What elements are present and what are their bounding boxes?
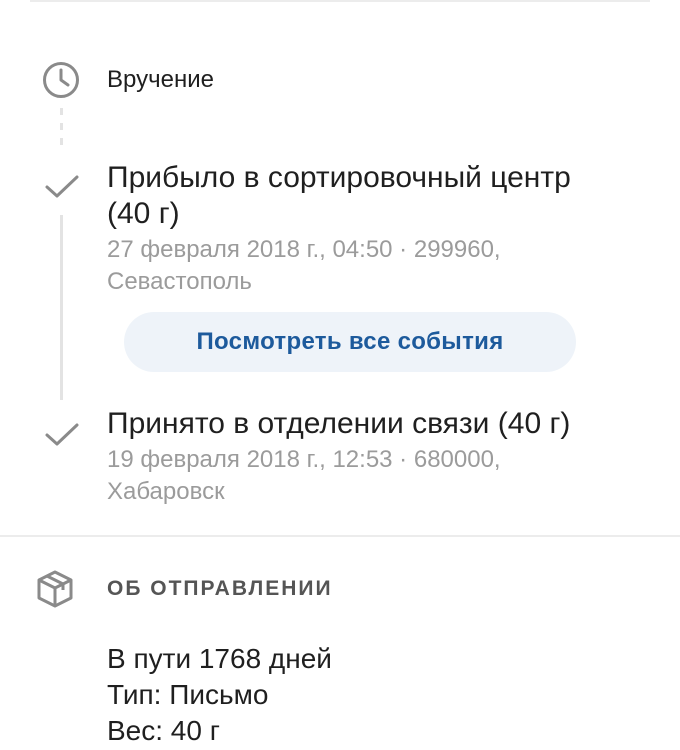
shipment-weight: Вес: 40 г — [107, 715, 220, 746]
event-title-line: Прибыло в сортировочный центр — [107, 161, 571, 194]
tracking-screen: Вручение Прибыло в сортировочный центр (… — [0, 0, 680, 750]
event-datetime-index: 19 февраля 2018 г., 12:53 · 680000, — [107, 446, 501, 473]
clock-icon — [43, 62, 79, 98]
view-all-events-button[interactable]: Посмотреть все события — [124, 312, 576, 372]
event-city: Хабаровск — [107, 478, 225, 505]
package-icon — [37, 570, 73, 608]
event-title: Принято в отделении связи (40 г) — [107, 407, 571, 440]
shipment-section-title: ОБ ОТПРАВЛЕНИИ — [107, 577, 333, 600]
event-title: Прибыло в сортировочный центр (40 г) — [107, 160, 630, 232]
top-divider — [30, 0, 650, 2]
event-meta: 19 февраля 2018 г., 12:53 · 680000, Хаба… — [107, 444, 600, 508]
delivery-step-label: Вручение — [107, 66, 214, 93]
event-meta: 27 февраля 2018 г., 04:50 · 299960, Сева… — [107, 234, 600, 298]
checkmark-icon — [45, 175, 79, 198]
event-title-line: (40 г) — [107, 197, 180, 230]
timeline-dotted-connector — [60, 108, 63, 152]
timeline-connector — [60, 215, 63, 400]
event-datetime-index: 27 февраля 2018 г., 04:50 · 299960, — [107, 236, 501, 263]
event-city: Севастополь — [107, 268, 252, 295]
transit-duration: В пути 1768 дней — [107, 643, 332, 674]
shipment-type: Тип: Письмо — [107, 679, 269, 710]
section-divider — [0, 535, 680, 537]
checkmark-icon — [45, 423, 79, 446]
